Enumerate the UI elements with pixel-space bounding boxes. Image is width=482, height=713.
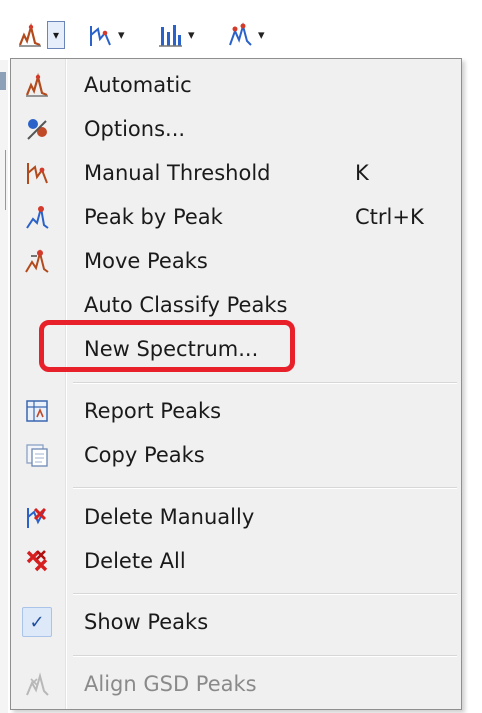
menu-separator bbox=[73, 655, 457, 657]
chevron-down-icon[interactable]: ▾ bbox=[188, 28, 195, 43]
move-peaks-icon bbox=[22, 246, 52, 276]
menu-item-label: Report Peaks bbox=[84, 399, 222, 423]
peak-picking-split-button[interactable]: ▾ bbox=[14, 18, 65, 52]
menu-item-peak-by-peak[interactable]: Peak by Peak Ctrl+K bbox=[11, 197, 461, 237]
menu-separator bbox=[73, 593, 457, 595]
chevron-down-icon[interactable]: ▾ bbox=[118, 28, 125, 43]
menu-separator bbox=[73, 382, 457, 384]
menu-item-manual-threshold[interactable]: Manual Threshold K bbox=[11, 153, 461, 193]
menu-item-align-gsd-peaks: Align GSD Peaks bbox=[11, 664, 461, 704]
show-peaks-check-frame: ✓ bbox=[22, 607, 52, 637]
menu-item-label: Delete Manually bbox=[84, 505, 255, 529]
new-spectrum-highlight bbox=[39, 320, 295, 372]
menu-item-delete-manually[interactable]: Delete Manually bbox=[11, 497, 461, 537]
peak-picking-menu: Automatic Options... Manual Threshold K bbox=[10, 58, 462, 710]
peak-picking-icon[interactable] bbox=[14, 19, 46, 51]
menu-item-auto-classify-peaks[interactable]: Auto Classify Peaks bbox=[11, 285, 461, 325]
menu-item-label: Options... bbox=[84, 117, 186, 141]
menu-item-shortcut: Ctrl+K bbox=[355, 205, 424, 229]
peak-picking-dropdown-arrow[interactable]: ▾ bbox=[47, 21, 65, 49]
menu-item-label: Copy Peaks bbox=[84, 443, 205, 467]
copy-peaks-icon bbox=[22, 440, 52, 470]
menu-item-show-peaks[interactable]: ✓ Show Peaks bbox=[11, 602, 461, 642]
checkmark-icon: ✓ bbox=[22, 607, 52, 637]
manual-threshold-icon bbox=[22, 158, 52, 188]
peak-options-icon bbox=[224, 19, 256, 51]
menu-item-options[interactable]: Options... bbox=[11, 109, 461, 149]
menu-item-label: Manual Threshold bbox=[84, 161, 271, 185]
peak-by-peak-icon bbox=[22, 202, 52, 232]
report-peaks-icon bbox=[22, 396, 52, 426]
menu-item-shortcut: K bbox=[355, 161, 369, 185]
menu-item-report-peaks[interactable]: Report Peaks bbox=[11, 391, 461, 431]
peak-options-toolbar-button[interactable]: ▾ bbox=[224, 18, 265, 52]
background-panel-ruler bbox=[0, 150, 6, 210]
peaks-toolbar: ▾ ▾ ▾ ▾ bbox=[0, 0, 482, 60]
options-icon bbox=[22, 114, 52, 144]
menu-item-move-peaks[interactable]: Move Peaks bbox=[11, 241, 461, 281]
menu-item-label: Auto Classify Peaks bbox=[84, 293, 288, 317]
menu-item-label: Align GSD Peaks bbox=[84, 672, 257, 696]
menu-item-label: Delete All bbox=[84, 549, 186, 573]
manual-threshold-icon bbox=[84, 19, 116, 51]
menu-separator bbox=[73, 487, 457, 489]
menu-item-delete-all[interactable]: Delete All bbox=[11, 541, 461, 581]
chevron-down-icon[interactable]: ▾ bbox=[258, 28, 265, 43]
automatic-peak-icon bbox=[22, 70, 52, 100]
peak-bars-toolbar-button[interactable]: ▾ bbox=[154, 18, 195, 52]
menu-item-copy-peaks[interactable]: Copy Peaks bbox=[11, 435, 461, 475]
manual-threshold-toolbar-button[interactable]: ▾ bbox=[84, 18, 125, 52]
menu-item-label: Automatic bbox=[84, 73, 192, 97]
delete-manually-icon bbox=[22, 502, 52, 532]
menu-item-label: Peak by Peak bbox=[84, 205, 223, 229]
align-gsd-icon bbox=[22, 669, 52, 699]
delete-all-icon bbox=[22, 546, 52, 576]
chevron-down-icon: ▾ bbox=[52, 28, 60, 42]
peak-bars-icon bbox=[154, 19, 186, 51]
menu-item-label: Show Peaks bbox=[84, 610, 209, 634]
menu-item-label: Move Peaks bbox=[84, 249, 208, 273]
menu-item-automatic[interactable]: Automatic bbox=[11, 65, 461, 105]
background-panel-tab bbox=[0, 72, 6, 90]
